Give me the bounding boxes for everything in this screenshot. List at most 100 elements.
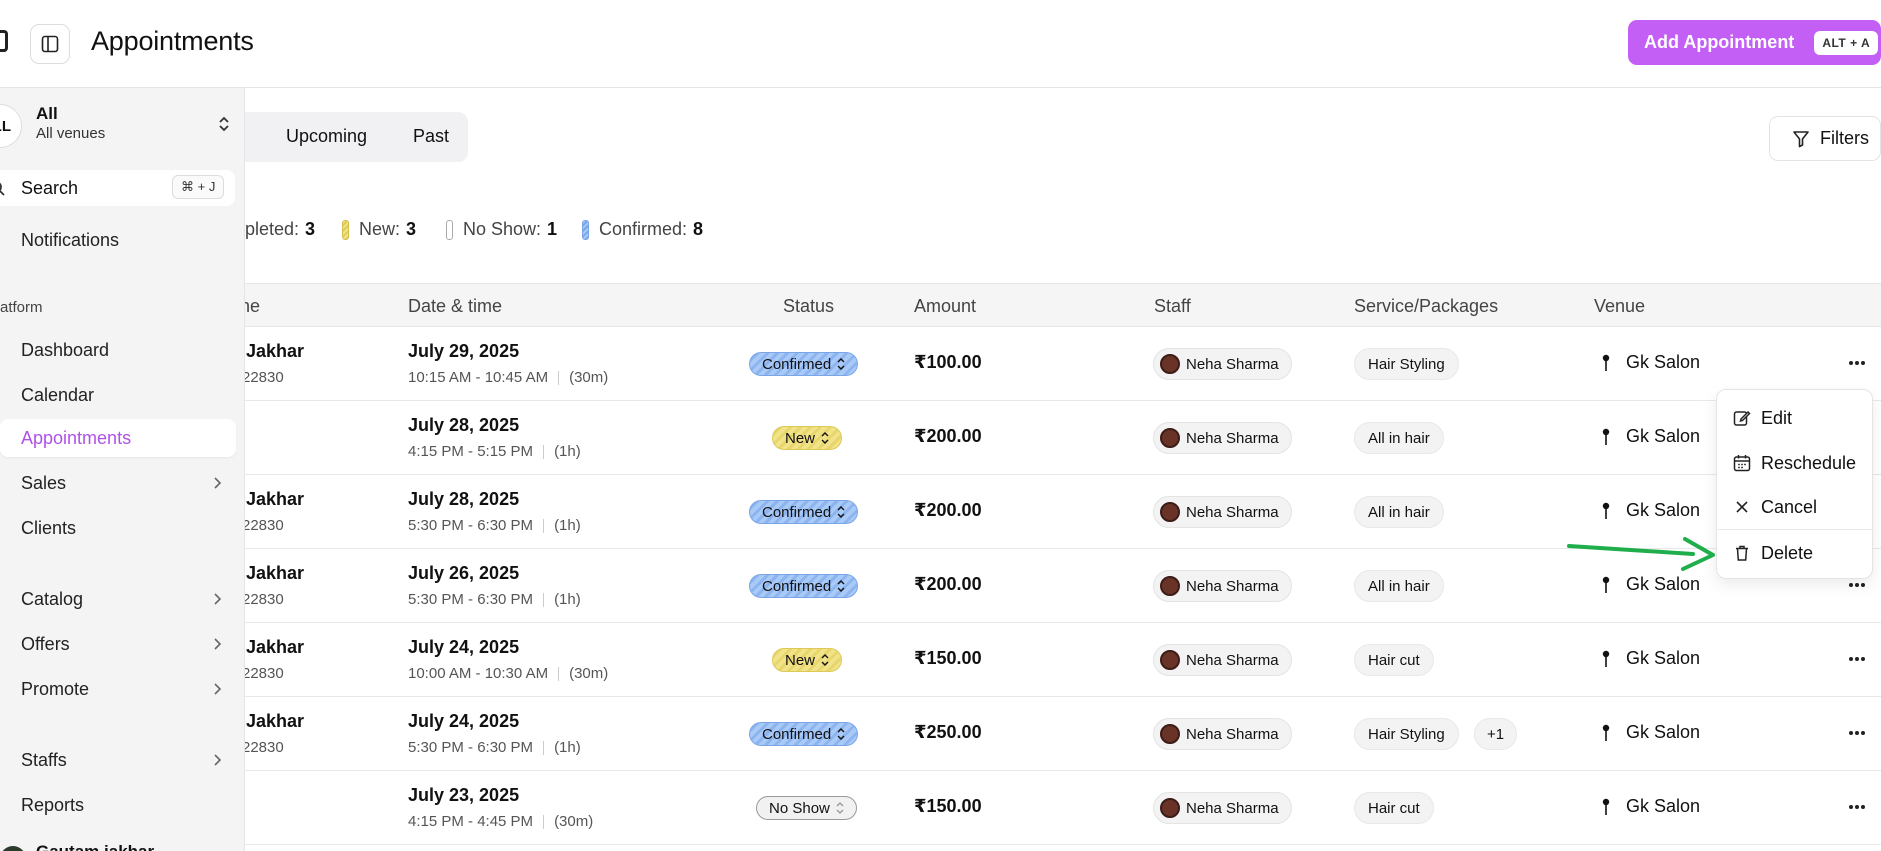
table-row[interactable]: Jakhar 22830 July 29, 2025 10:15 AM - 10… bbox=[242, 327, 1881, 401]
menu-item-label: Edit bbox=[1761, 407, 1793, 428]
search-label[interactable]: Search bbox=[21, 178, 78, 199]
sidebar-item-notifications[interactable]: Notifications bbox=[0, 221, 236, 259]
pin-icon bbox=[1602, 650, 1610, 667]
client-name[interactable]: Jakhar bbox=[246, 711, 304, 732]
sidebar-item-sales[interactable]: Sales bbox=[0, 464, 236, 502]
sidebar-item-catalog[interactable]: Catalog bbox=[0, 580, 236, 618]
status-label: Confirmed bbox=[762, 503, 832, 521]
client-name[interactable]: Jakhar bbox=[246, 341, 304, 362]
table-row[interactable]: Jakhar 22830 July 24, 2025 10:00 AM - 10… bbox=[242, 623, 1881, 697]
amount: ₹200.00 bbox=[914, 500, 982, 520]
sidebar-item-dashboard[interactable]: Dashboard bbox=[0, 331, 236, 369]
status-badge[interactable]: Confirmed bbox=[749, 574, 859, 598]
staff-avatar bbox=[1160, 502, 1180, 522]
tab-upcoming[interactable]: Upcoming bbox=[286, 126, 367, 147]
time-range: 5:30 PM - 6:30 PM bbox=[408, 591, 534, 608]
status-badge[interactable]: New bbox=[772, 426, 843, 450]
duration: (30m) bbox=[569, 369, 609, 386]
logo bbox=[0, 30, 8, 52]
client-name[interactable]: Jakhar bbox=[246, 489, 304, 510]
add-appointment-button[interactable]: Add Appointment ALT + A bbox=[1628, 20, 1881, 65]
legend-count: 3 bbox=[406, 219, 417, 239]
column-header-venue[interactable]: Venue bbox=[1594, 296, 1645, 317]
amount: ₹100.00 bbox=[914, 352, 982, 372]
legend-count: 3 bbox=[305, 219, 316, 239]
column-header-datetime[interactable]: Date & time bbox=[408, 296, 502, 317]
staff-name: Neha Sharma bbox=[1186, 651, 1279, 669]
venue-subtitle: All venues bbox=[36, 125, 106, 142]
staff-avatar bbox=[1160, 428, 1180, 448]
duration: (1h) bbox=[554, 591, 581, 608]
trash-icon bbox=[1736, 545, 1748, 561]
chevron-up-down-icon[interactable] bbox=[217, 114, 231, 134]
filters-button[interactable]: Filters bbox=[1769, 116, 1881, 161]
column-header-staff[interactable]: Staff bbox=[1154, 296, 1191, 317]
staffs-icon bbox=[0, 752, 6, 768]
add-appointment-shortcut: ALT + A bbox=[1814, 30, 1879, 55]
service-chip: Hair Styling bbox=[1354, 348, 1459, 380]
staff-name: Neha Sharma bbox=[1186, 725, 1279, 743]
more-horizontal-icon[interactable] bbox=[1848, 649, 1866, 669]
menu-item-cancel[interactable]: Cancel bbox=[1717, 487, 1872, 527]
sidebar-item-promote[interactable]: Promote bbox=[0, 670, 236, 708]
status-badge[interactable]: No Show bbox=[756, 796, 857, 820]
chevron-right-icon bbox=[214, 638, 222, 650]
venue-name: Gk Salon bbox=[1626, 722, 1701, 742]
status-badge[interactable]: New bbox=[772, 648, 843, 672]
extra-services-chip[interactable]: +1 bbox=[1474, 718, 1518, 750]
more-horizontal-icon[interactable] bbox=[1848, 723, 1866, 743]
staff-avatar bbox=[1160, 576, 1180, 596]
status-badge[interactable]: Confirmed bbox=[749, 500, 859, 524]
tab-past[interactable]: Past bbox=[413, 126, 449, 147]
chevron-up-down-icon bbox=[836, 802, 844, 814]
pin-icon bbox=[1602, 428, 1610, 445]
sidebar-item-calendar[interactable]: Calendar bbox=[0, 376, 236, 414]
appointment-date: July 26, 2025 bbox=[408, 563, 520, 583]
sidebar-item-label: Sales bbox=[21, 472, 67, 493]
annotation-arrow-icon bbox=[1567, 537, 1715, 571]
sidebar-toggle-button[interactable] bbox=[30, 24, 70, 64]
legend-new: New: 3 bbox=[342, 219, 416, 240]
staff-name: Neha Sharma bbox=[1186, 503, 1279, 521]
more-horizontal-icon[interactable] bbox=[1848, 353, 1866, 373]
client-name[interactable]: Jakhar bbox=[246, 637, 304, 658]
client-phone: 22830 bbox=[242, 517, 284, 534]
venue-name: Gk Salon bbox=[1626, 352, 1701, 372]
service-chip: All in hair bbox=[1354, 570, 1444, 602]
chevron-up-down-icon bbox=[821, 432, 829, 444]
sidebar-item-offers[interactable]: Offers bbox=[0, 625, 236, 663]
column-header-service[interactable]: Service/Packages bbox=[1354, 296, 1498, 317]
table-row[interactable]: July 23, 2025 4:15 PM - 4:45 PM (30m) No … bbox=[245, 771, 1881, 845]
status-badge[interactable]: Confirmed bbox=[749, 352, 859, 376]
menu-item-edit[interactable]: Edit bbox=[1717, 398, 1872, 438]
row-action-menu: Edit Reschedule Cancel Delete bbox=[1716, 389, 1873, 579]
staff-chip: Neha Sharma bbox=[1153, 644, 1292, 676]
duration: (30m) bbox=[569, 665, 609, 682]
more-horizontal-icon[interactable] bbox=[1848, 797, 1866, 817]
sidebar-item-appointments[interactable]: Appointments bbox=[0, 419, 236, 457]
sidebar-item-label: Staffs bbox=[21, 749, 67, 770]
column-header-status[interactable]: Status bbox=[783, 296, 834, 317]
chevron-right-icon bbox=[214, 593, 222, 605]
sidebar-user[interactable]: Gautam jakhar bbox=[0, 840, 245, 851]
column-header-amount[interactable]: Amount bbox=[914, 296, 976, 317]
menu-item-delete[interactable]: Delete bbox=[1717, 533, 1872, 573]
pin-icon bbox=[1602, 798, 1610, 815]
legend-swatch bbox=[342, 219, 349, 240]
staff-name: Neha Sharma bbox=[1186, 799, 1279, 817]
client-phone: 22830 bbox=[242, 591, 284, 608]
sidebar-item-staffs[interactable]: Staffs bbox=[0, 741, 236, 779]
chevron-right-icon bbox=[214, 683, 222, 695]
duration: (1h) bbox=[554, 739, 581, 756]
client-name[interactable]: Jakhar bbox=[246, 563, 304, 584]
venue-name[interactable]: All bbox=[36, 104, 58, 124]
menu-item-reschedule[interactable]: Reschedule bbox=[1717, 443, 1872, 483]
amount: ₹150.00 bbox=[914, 796, 982, 816]
sidebar-item-reports[interactable]: Reports bbox=[0, 786, 236, 824]
table-row[interactable]: July 28, 2025 4:15 PM - 5:15 PM (1h) New … bbox=[245, 401, 1881, 475]
table-row[interactable]: Jakhar 22830 July 24, 2025 5:30 PM - 6:3… bbox=[242, 697, 1881, 771]
appointment-date: July 24, 2025 bbox=[408, 637, 520, 657]
status-badge[interactable]: Confirmed bbox=[749, 722, 859, 746]
reports-icon bbox=[0, 797, 6, 813]
sidebar-item-clients[interactable]: Clients bbox=[0, 509, 236, 547]
